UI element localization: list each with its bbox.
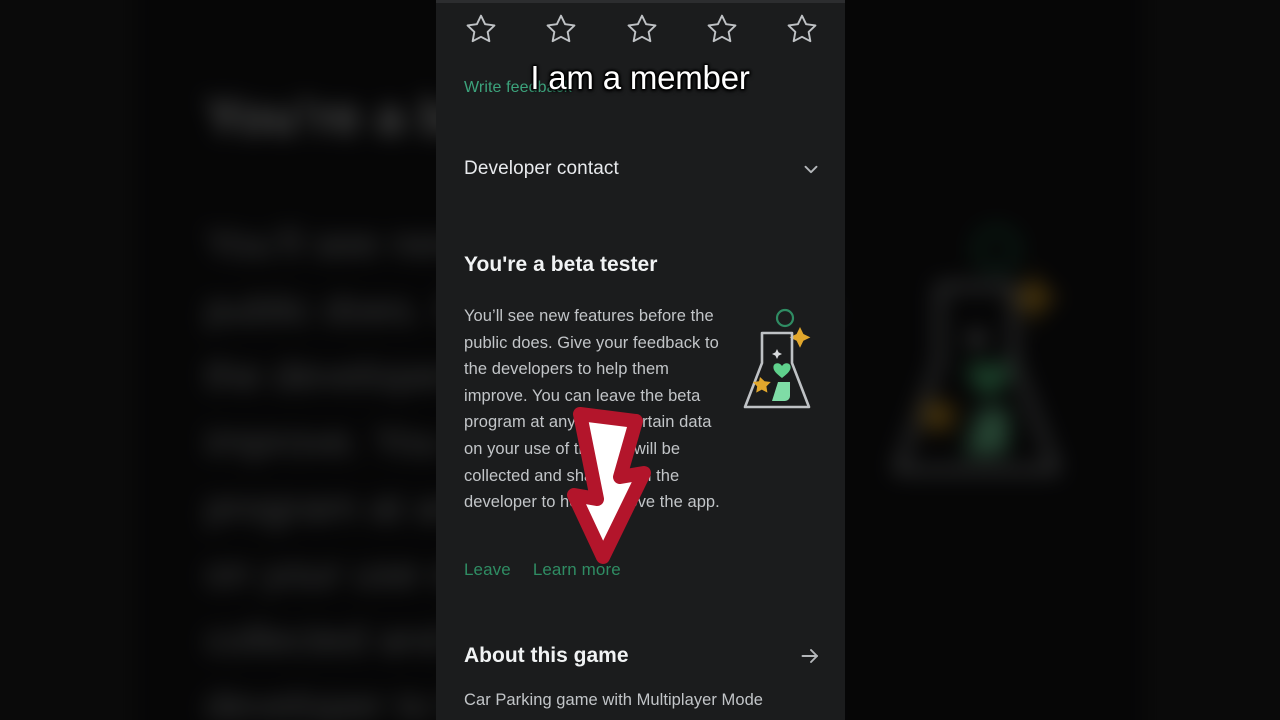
- rating-stars[interactable]: [464, 12, 819, 46]
- about-this-game-title: About this game: [464, 644, 629, 667]
- star-outline-icon-1[interactable]: [464, 12, 498, 46]
- beta-flask-illustration: [730, 305, 826, 413]
- about-this-game-row[interactable]: About this game: [464, 644, 822, 668]
- bg-beta-flask-icon: [893, 226, 1060, 474]
- beta-flask-icon: [743, 308, 811, 409]
- shorts-video-frame: Write feedback Developer contact You're …: [0, 0, 1280, 720]
- learn-more-link[interactable]: Learn more: [533, 560, 621, 580]
- leave-beta-link[interactable]: Leave: [464, 560, 511, 580]
- beta-tester-title: You're a beta tester: [464, 253, 658, 276]
- beta-tester-description: You’ll see new features before the publi…: [464, 307, 720, 512]
- star-outline-icon-3[interactable]: [625, 12, 659, 46]
- star-outline-icon-4[interactable]: [705, 12, 739, 46]
- video-caption: I am a member: [530, 59, 750, 96]
- star-outline-icon-2[interactable]: [544, 12, 578, 46]
- star-outline-icon-5[interactable]: [785, 12, 819, 46]
- developer-contact-label: Developer contact: [464, 158, 619, 179]
- beta-action-links: Leave Learn more: [464, 560, 621, 580]
- about-this-game-subtitle: Car Parking game with Multiplayer Mode: [464, 691, 764, 709]
- developer-contact-row[interactable]: Developer contact: [464, 158, 822, 180]
- panel-top-divider: [436, 0, 845, 3]
- arrow-right-icon[interactable]: [798, 644, 822, 668]
- chevron-down-icon[interactable]: [800, 158, 822, 180]
